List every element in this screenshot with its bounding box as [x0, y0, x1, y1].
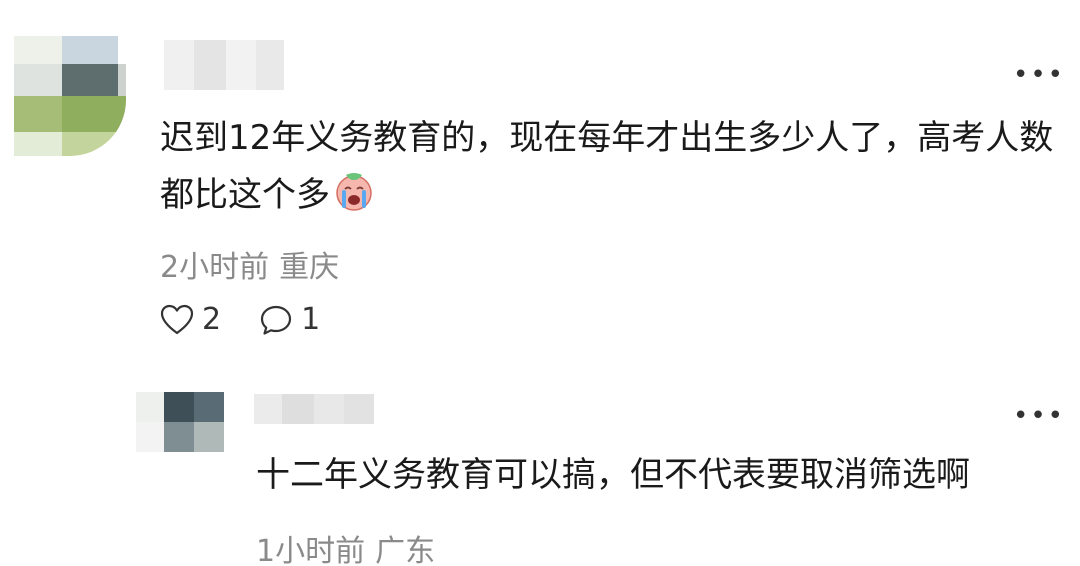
comment-username-blurred[interactable]: [164, 40, 284, 90]
reply-location: 广东: [375, 534, 436, 566]
crying-face-icon: [333, 170, 375, 212]
comment-time: 2小时前: [160, 250, 270, 285]
comment-text: 迟到12年义务教育的，现在每年才出生多少人了，高考人数都比这个多: [160, 110, 1060, 224]
comment-location: 重庆: [279, 250, 340, 285]
like-button[interactable]: 2: [160, 302, 221, 337]
reply-button[interactable]: 1: [259, 302, 320, 337]
comment-actions: 2 1: [160, 302, 358, 337]
comment-more-button[interactable]: •••: [1013, 62, 1065, 88]
like-count: 2: [202, 302, 222, 337]
comment-bubble-icon: [260, 305, 292, 335]
reply-count: 1: [301, 302, 321, 337]
heart-icon: [160, 304, 194, 334]
comment-avatar[interactable]: [14, 36, 126, 156]
reply-meta: 1小时前 广东: [256, 526, 445, 566]
reply-avatar[interactable]: [136, 392, 224, 452]
reply-username-blurred[interactable]: [254, 394, 374, 424]
comment-meta: 2小时前 重庆: [160, 242, 349, 286]
reply-more-button[interactable]: •••: [1013, 403, 1065, 429]
reply-text: 十二年义务教育可以搞，但不代表要取消筛选啊: [256, 455, 970, 495]
reply-time: 1小时前: [256, 534, 366, 566]
comment-text-body: 迟到12年义务教育的，现在每年才出生多少人了，高考人数都比这个多: [160, 118, 1054, 215]
